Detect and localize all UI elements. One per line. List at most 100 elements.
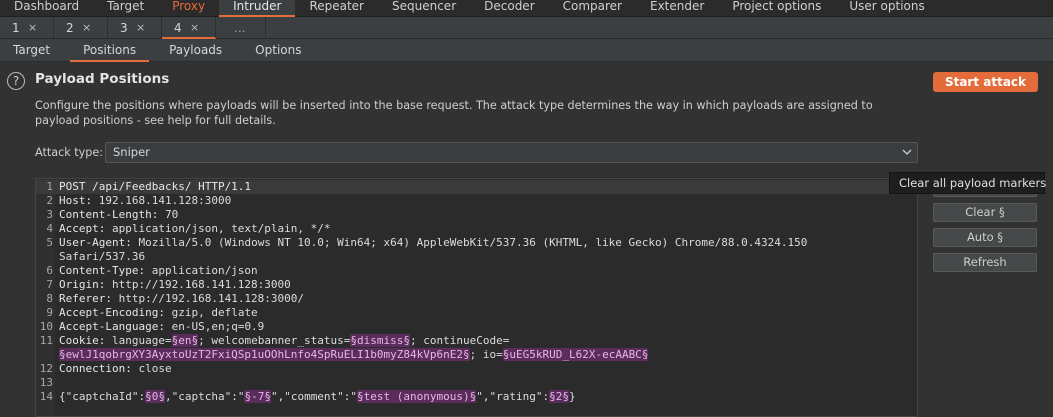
payload-marker[interactable]: §test (anonymous)§ xyxy=(357,390,477,403)
section-title: Payload Positions xyxy=(35,71,170,87)
code-text: POST /api/Feedbacks/ HTTP/1.1 xyxy=(59,180,251,194)
attack-type-label: Attack type: xyxy=(35,146,104,159)
close-icon[interactable]: × xyxy=(190,17,199,39)
code-line: 8 Referer: http://192.168.141.128:3000/ xyxy=(36,292,917,306)
line-number: 9 xyxy=(46,306,53,319)
code-text: Host: 192.168.141.128:3000 xyxy=(59,194,231,208)
tab-proxy[interactable]: Proxy xyxy=(158,0,219,17)
payload-marker[interactable]: §uEG5kRUD_L62X-ecAABC§ xyxy=(502,348,649,361)
header-value: application/json, text/plain, */* xyxy=(105,222,331,235)
header-key: User-Agent: xyxy=(59,236,132,249)
request-editor[interactable]: 1 POST /api/Feedbacks/ HTTP/1.1 2 Host: … xyxy=(35,178,918,417)
header-key: Cookie: xyxy=(59,334,106,347)
code-text: Origin: http://192.168.141.128:3000 xyxy=(59,278,291,292)
close-icon[interactable]: × xyxy=(136,17,145,39)
header-key: Host: xyxy=(59,194,93,207)
code-text: Cookie: language=§en§; welcomebanner_sta… xyxy=(59,334,509,348)
tab-extender[interactable]: Extender xyxy=(636,0,718,17)
line-number: 3 xyxy=(46,208,53,221)
attack-tab-label: 2 xyxy=(66,21,74,35)
payload-marker[interactable]: §en§ xyxy=(171,334,199,347)
line-number: 14 xyxy=(39,390,53,403)
tab-intruder[interactable]: Intruder xyxy=(219,0,296,17)
close-icon[interactable]: × xyxy=(28,17,37,39)
code-text: Content-Length: 70 xyxy=(59,208,178,222)
code-line: 14 {"captchaId":§0§,"captcha":"§-7§","co… xyxy=(36,390,917,404)
header-value: 70 xyxy=(158,208,179,221)
payload-marker[interactable]: §0§ xyxy=(145,390,165,403)
tab-decoder[interactable]: Decoder xyxy=(470,0,549,17)
code-line: 1 POST /api/Feedbacks/ HTTP/1.1 xyxy=(36,180,917,194)
code-text: Content-Type: application/json xyxy=(59,264,258,278)
subtab-options[interactable]: Options xyxy=(242,39,314,62)
header-value: http://192.168.141.128:3000/ xyxy=(111,292,305,305)
body-text: {"captchaId": xyxy=(59,390,146,403)
header-value: Mozilla/5.0 (Windows NT 10.0; Win64; x64… xyxy=(131,236,808,249)
payload-marker[interactable]: §-7§ xyxy=(244,390,271,403)
attack-tab-4[interactable]: 4 × xyxy=(162,17,216,39)
code-line: 2 Host: 192.168.141.128:3000 xyxy=(36,194,917,208)
line-number: 5 xyxy=(46,236,53,249)
subtab-payloads[interactable]: Payloads xyxy=(156,39,235,62)
header-key: Connection: xyxy=(59,362,132,375)
attack-type-select[interactable]: Sniper xyxy=(105,142,918,163)
tab-dashboard[interactable]: Dashboard xyxy=(0,0,93,17)
line-number: 4 xyxy=(46,222,53,235)
attack-type-value: Sniper xyxy=(113,145,150,159)
attack-tab-3[interactable]: 3 × xyxy=(108,17,162,39)
header-key: Referer: xyxy=(59,292,112,305)
header-key: Accept-Language: xyxy=(59,320,165,333)
code-text: {"captchaId":§0§,"captcha":"§-7§","comme… xyxy=(59,390,576,404)
body-text: } xyxy=(569,390,576,403)
tab-sequencer[interactable]: Sequencer xyxy=(378,0,470,17)
refresh-button[interactable]: Refresh xyxy=(933,253,1037,272)
line-number: 8 xyxy=(46,292,53,305)
payload-marker[interactable]: §dismiss§ xyxy=(350,334,411,347)
body-text: ,"captcha":" xyxy=(164,390,245,403)
tab-user-options[interactable]: User options xyxy=(835,0,938,17)
attack-tab-label: 3 xyxy=(120,21,128,35)
start-attack-button[interactable]: Start attack xyxy=(933,72,1038,92)
help-icon[interactable]: ? xyxy=(7,72,25,90)
code-line: Safari/537.36 xyxy=(36,250,917,264)
new-tab-button[interactable]: ... xyxy=(216,17,266,39)
header-value: close xyxy=(131,362,172,375)
code-line: 3 Content-Length: 70 xyxy=(36,208,917,222)
code-line: 11 Cookie: language=§en§; welcomebanner_… xyxy=(36,334,917,348)
tab-comparer[interactable]: Comparer xyxy=(549,0,636,17)
tab-repeater[interactable]: Repeater xyxy=(295,0,378,17)
header-value: 192.168.141.128:3000 xyxy=(92,194,232,207)
header-key: Accept-Encoding: xyxy=(59,306,165,319)
attack-tab-2[interactable]: 2 × xyxy=(54,17,108,39)
line-number: 2 xyxy=(46,194,53,207)
cookie-text: ; io= xyxy=(469,348,503,361)
request-line: POST /api/Feedbacks/ HTTP/1.1 xyxy=(59,180,252,193)
clear-markers-button[interactable]: Clear § xyxy=(933,203,1037,222)
payload-marker[interactable]: §ewlJ1qobrgXY3AyxtoUzT2FxiQSp1uOOhLnfo4S… xyxy=(59,348,470,361)
payload-marker[interactable]: §2§ xyxy=(549,390,569,403)
section-description: Configure the positions where payloads w… xyxy=(35,99,873,127)
code-line: §ewlJ1qobrgXY3AyxtoUzT2FxiQSp1uOOhLnfo4S… xyxy=(36,348,917,362)
auto-markers-button[interactable]: Auto § xyxy=(933,228,1037,247)
code-line: 5 User-Agent: Mozilla/5.0 (Windows NT 10… xyxy=(36,236,917,250)
body-text: ","comment":" xyxy=(270,390,358,403)
code-text: Accept-Encoding: gzip, deflate xyxy=(59,306,258,320)
subtab-target[interactable]: Target xyxy=(0,39,63,62)
body-text: ","rating": xyxy=(476,390,550,403)
code-text: Accept-Language: en-US,en;q=0.9 xyxy=(59,320,264,334)
line-number: 12 xyxy=(39,362,53,375)
intruder-subtab-bar: Target Positions Payloads Options xyxy=(0,39,1053,62)
code-line: 6 Content-Type: application/json xyxy=(36,264,917,278)
header-key: Accept: xyxy=(59,222,106,235)
close-icon[interactable]: × xyxy=(82,17,91,39)
code-line: 10 Accept-Language: en-US,en;q=0.9 xyxy=(36,320,917,334)
attack-tab-1[interactable]: 1 × xyxy=(0,17,54,39)
tab-project-options[interactable]: Project options xyxy=(718,0,835,17)
subtab-positions[interactable]: Positions xyxy=(70,39,150,62)
line-number: 13 xyxy=(39,376,53,389)
tab-target[interactable]: Target xyxy=(93,0,158,17)
header-value-continued: Safari/537.36 xyxy=(59,250,146,263)
header-value: en-US,en;q=0.9 xyxy=(164,320,265,333)
cookie-text: ; welcomebanner_status= xyxy=(198,334,351,347)
header-key: Content-Type: xyxy=(59,264,146,277)
